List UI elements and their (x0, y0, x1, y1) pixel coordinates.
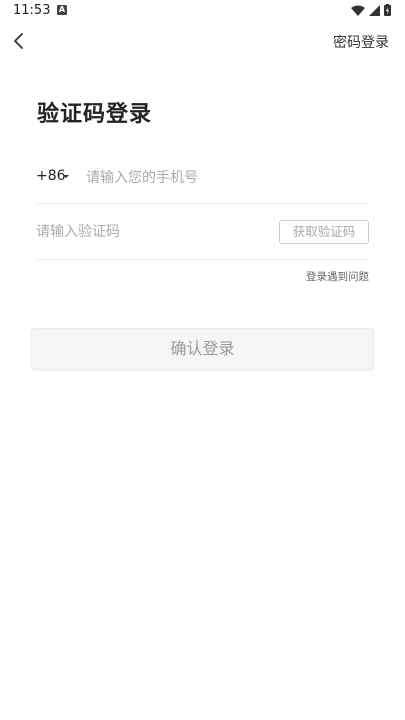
chevron-down-icon[interactable] (63, 175, 69, 178)
a-icon: A (57, 5, 67, 15)
phone-field-row: +86 (36, 158, 369, 204)
signal-icon (369, 4, 380, 16)
wifi-icon (351, 5, 365, 16)
nav-bar: 密码登录 (0, 24, 405, 60)
get-code-button[interactable]: 获取验证码 (279, 220, 369, 244)
back-arrow-icon[interactable] (10, 30, 30, 52)
verification-code-input[interactable] (36, 218, 236, 246)
battery-charging-icon (384, 4, 391, 16)
login-help-link[interactable]: 登录遇到问题 (306, 269, 369, 284)
status-time: 11:53 (13, 3, 51, 18)
password-login-link[interactable]: 密码登录 (333, 32, 389, 52)
confirm-login-button[interactable]: 确认登录 (31, 328, 374, 370)
country-code-selector[interactable]: +86 (36, 168, 66, 184)
status-icons (351, 4, 391, 16)
status-bar: 11:53 A (0, 0, 405, 24)
code-field-row: 获取验证码 (36, 212, 369, 260)
page-title: 验证码登录 (37, 102, 153, 127)
phone-input[interactable] (86, 164, 366, 192)
